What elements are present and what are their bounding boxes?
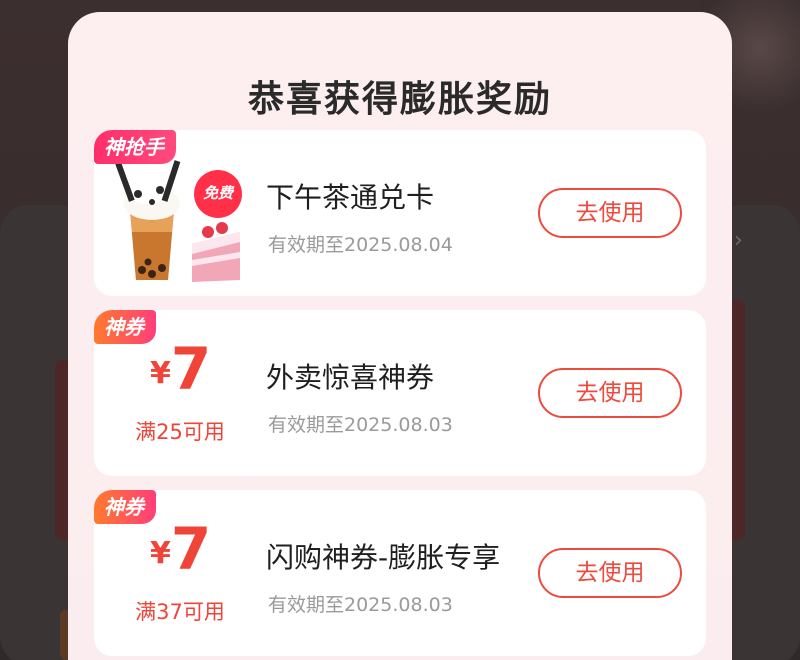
use-button[interactable]: 去使用 xyxy=(538,368,682,418)
coupon-value: 7 xyxy=(170,335,212,403)
reward-card-delivery-coupon: 神券 ¥7 满25可用 外卖惊喜神券 有效期至2025.08.03 去使用 xyxy=(94,310,706,476)
modal-title: 恭喜获得膨胀奖励 xyxy=(247,79,552,120)
free-badge: 免费 xyxy=(202,184,233,202)
use-button[interactable]: 去使用 xyxy=(538,188,682,238)
reward-title: 下午茶通兑卡 xyxy=(266,181,435,214)
reward-validity: 有效期至2025.08.04 xyxy=(268,234,453,256)
reward-validity: 有效期至2025.08.03 xyxy=(268,414,453,436)
coupon-condition: 满37可用 xyxy=(135,600,225,624)
reward-tag: 神抢手 xyxy=(94,130,176,164)
currency-symbol: ¥ xyxy=(150,356,171,391)
reward-title: 外卖惊喜神券 xyxy=(266,361,435,394)
reward-tag: 神券 xyxy=(94,490,156,524)
reward-modal: 恭喜获得膨胀奖励 免费 神抢手 下午茶通兑卡 有效期至2025.08.04 去使… xyxy=(68,12,732,660)
reward-validity: 有效期至2025.08.03 xyxy=(268,594,453,616)
coupon-value: 7 xyxy=(170,515,212,583)
currency-symbol: ¥ xyxy=(150,536,171,571)
reward-card-afternoon-tea: 免费 神抢手 下午茶通兑卡 有效期至2025.08.04 去使用 xyxy=(94,130,706,296)
chevron-right-icon: › xyxy=(734,228,743,253)
reward-tag: 神券 xyxy=(94,310,156,344)
coupon-amount: ¥7 xyxy=(150,340,211,398)
coupon-amount: ¥7 xyxy=(150,520,211,578)
milk-tea-cake-illustration: 免费 xyxy=(108,152,248,292)
coupon-condition: 满25可用 xyxy=(135,420,225,444)
reward-card-flash-coupon: 神券 ¥7 满37可用 闪购神券-膨胀专享 有效期至2025.08.03 去使用 xyxy=(94,490,706,656)
reward-title: 闪购神券-膨胀专享 xyxy=(266,541,501,574)
use-button[interactable]: 去使用 xyxy=(538,548,682,598)
